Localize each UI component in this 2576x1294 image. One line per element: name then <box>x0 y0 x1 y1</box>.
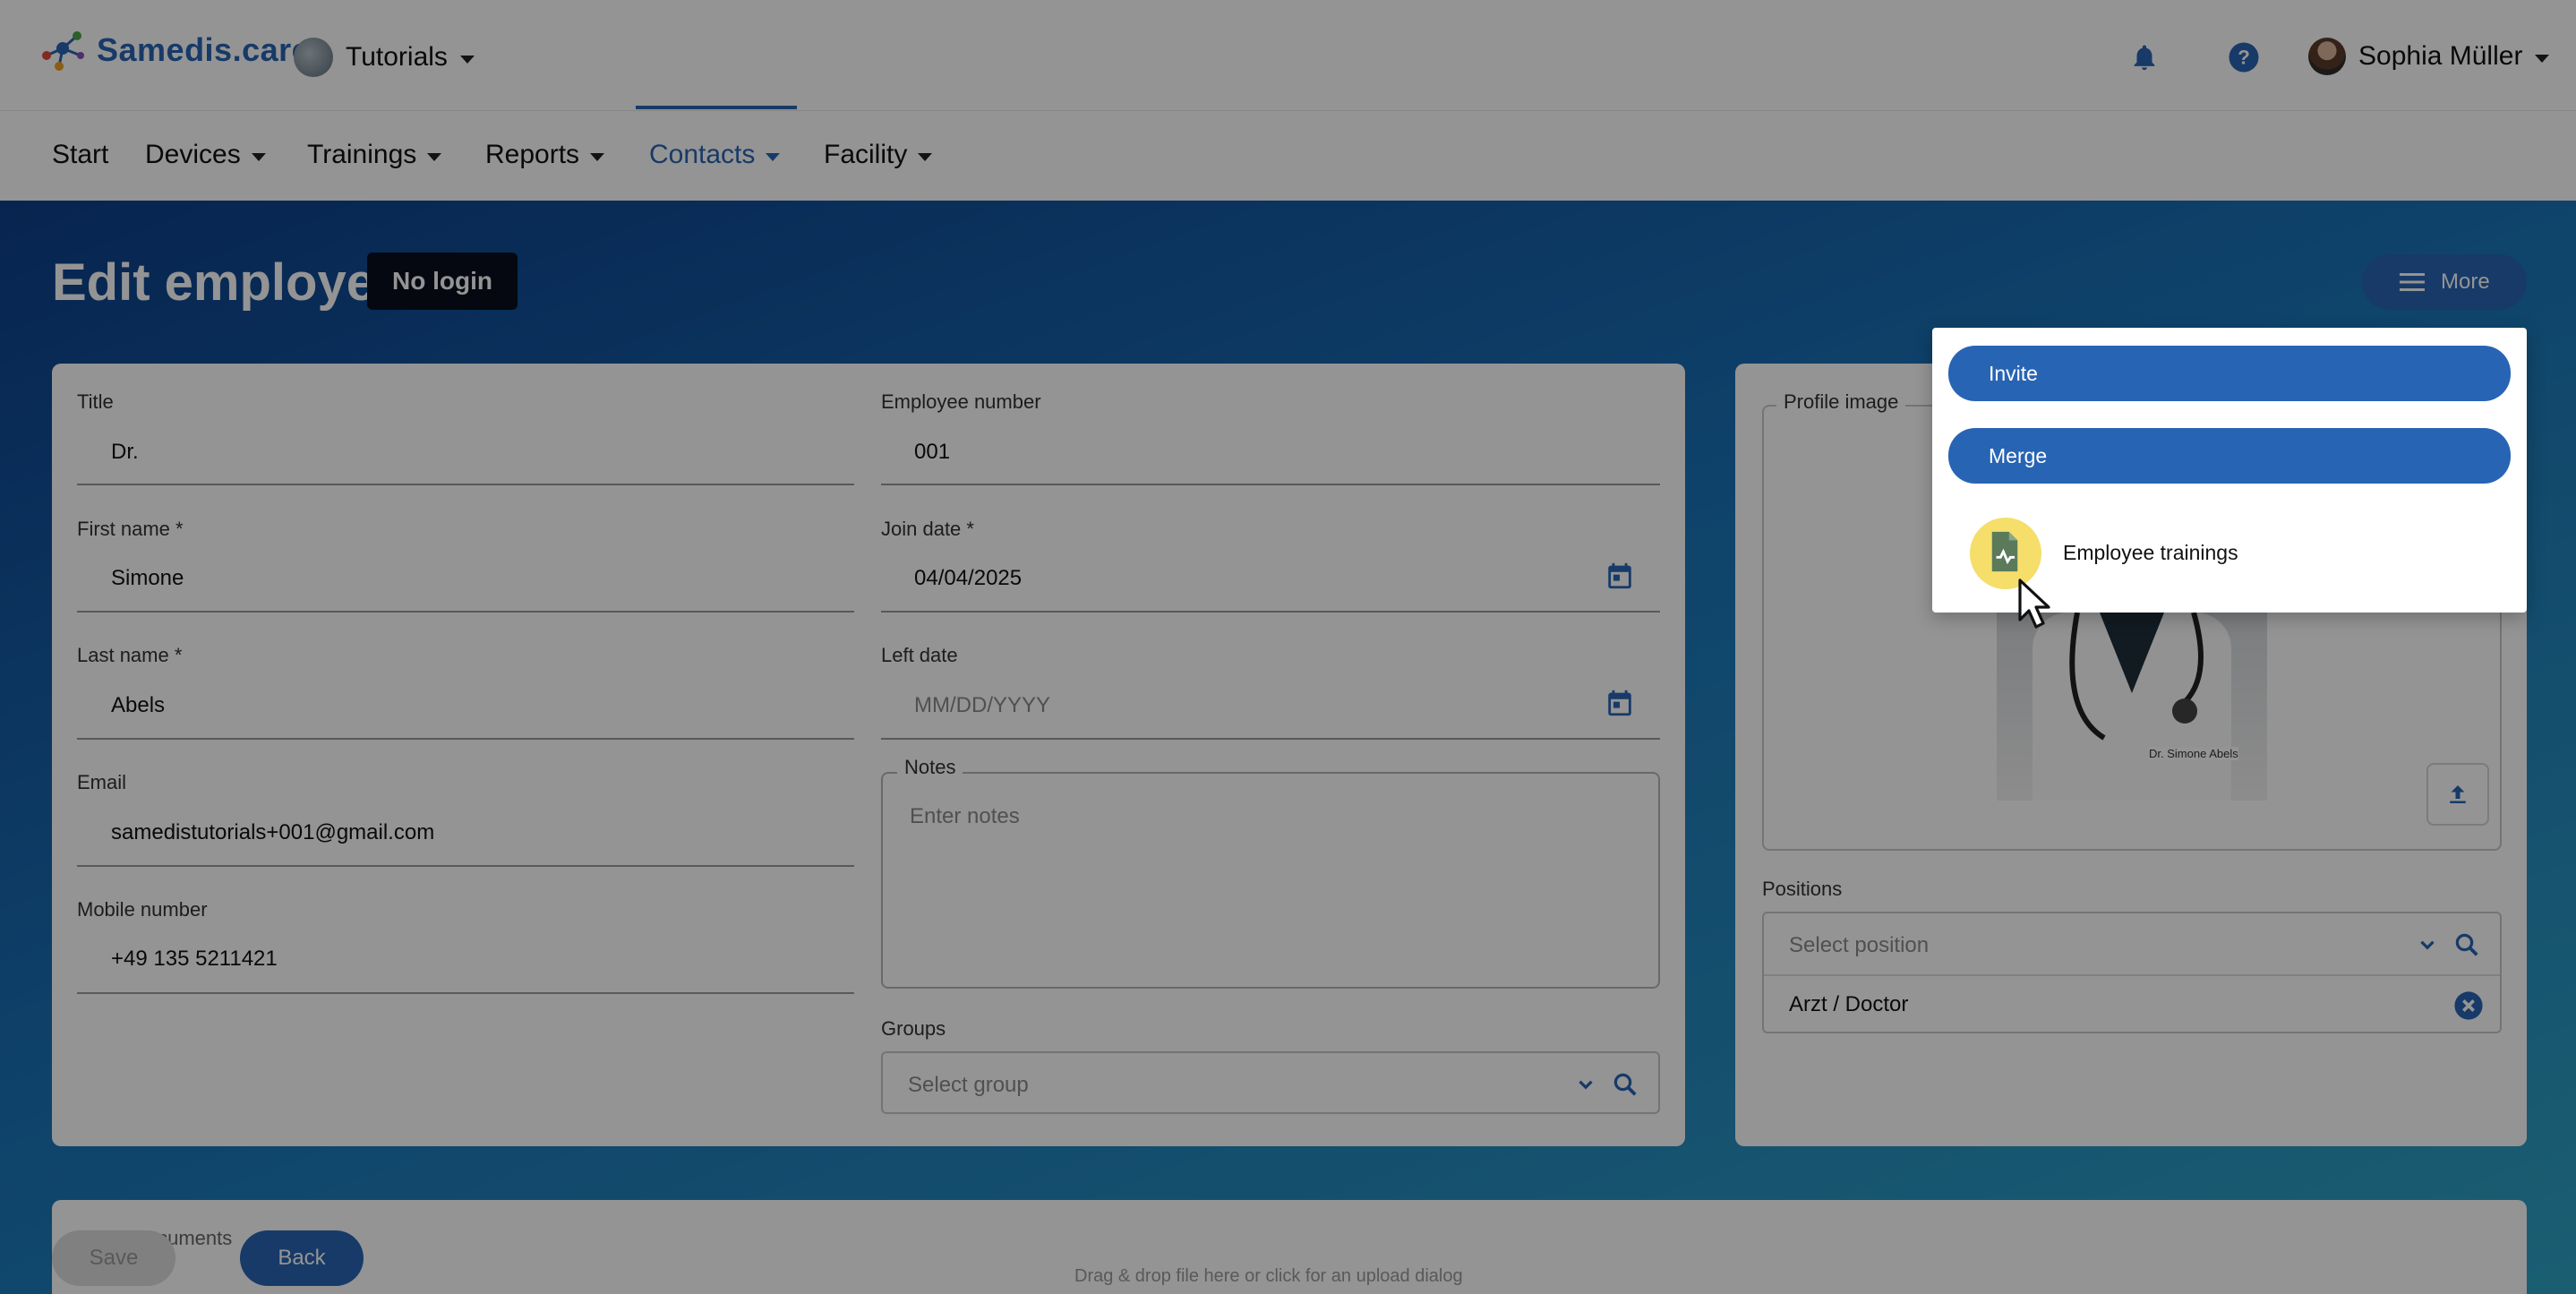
nav-active-indicator <box>636 106 797 109</box>
employee-form-card: Title Dr. First name * Simone Last name … <box>52 364 1685 1146</box>
first-name-label: First name * <box>77 518 184 540</box>
nav-start[interactable]: Start <box>52 140 108 170</box>
upload-icon <box>2450 785 2466 803</box>
upload-button[interactable] <box>2426 763 2489 826</box>
coat-name-tag: Dr. Simone Abels <box>2149 747 2238 760</box>
left-date-label: Left date <box>881 644 958 666</box>
search-icon[interactable] <box>2453 931 2480 958</box>
join-date-field[interactable]: 04/04/2025 <box>914 566 1022 591</box>
nav-reports[interactable]: Reports <box>485 140 605 170</box>
user-menu[interactable]: Sophia Müller <box>2308 38 2550 75</box>
notes-label: Notes <box>897 756 963 779</box>
documents-card: Documents Drag & drop file here or click… <box>52 1200 2527 1294</box>
menu-icon <box>2400 273 2425 291</box>
chevron-down-icon <box>766 152 781 161</box>
email-field[interactable]: samedistutorials+001@gmail.com <box>111 820 434 845</box>
training-document-icon[interactable] <box>1988 530 2022 573</box>
more-dropdown-menu: Invite Merge Employee trainings <box>1932 328 2527 629</box>
positions-select[interactable]: Select position Arzt / Doctor <box>1762 912 2502 1033</box>
save-button[interactable]: Save <box>52 1230 175 1286</box>
email-label: Email <box>77 771 127 793</box>
help-icon[interactable]: ? <box>2228 41 2260 73</box>
first-name-field[interactable]: Simone <box>111 566 184 591</box>
merge-menu-item[interactable]: Merge <box>1948 428 2511 484</box>
chevron-down-icon <box>918 152 933 161</box>
svg-text:?: ? <box>2238 47 2250 69</box>
first-name-underline <box>77 611 854 613</box>
nav-label: Trainings <box>307 140 417 169</box>
calendar-icon[interactable] <box>1605 688 1635 723</box>
login-status-badge: No login <box>367 253 518 310</box>
page-title: Edit employee <box>52 253 405 312</box>
main-nav: Start Devices Trainings Reports Contacts… <box>0 106 2576 201</box>
join-date-underline <box>881 611 1660 613</box>
nav-label: Contacts <box>649 140 756 169</box>
last-name-field[interactable]: Abels <box>111 693 165 718</box>
globe-icon <box>294 38 333 77</box>
positions-label: Positions <box>1762 878 1843 900</box>
nav-contacts[interactable]: Contacts <box>649 140 781 170</box>
search-icon[interactable] <box>1612 1071 1639 1098</box>
title-underline <box>77 484 854 485</box>
molecule-logo-icon <box>42 31 84 71</box>
invite-menu-item[interactable]: Invite <box>1948 346 2511 401</box>
brand-logo[interactable]: Samedis.care <box>38 29 310 72</box>
chevron-down-icon[interactable] <box>2416 933 2439 956</box>
chevron-down-icon <box>459 55 475 64</box>
profile-image-label: Profile image <box>1776 390 1906 414</box>
nav-label: Facility <box>824 140 908 169</box>
positions-divider <box>1764 974 2500 976</box>
nav-label: Devices <box>145 140 241 169</box>
groups-placeholder: Select group <box>908 1073 1029 1097</box>
nav-trainings[interactable]: Trainings <box>307 140 442 170</box>
left-date-field[interactable]: MM/DD/YYYY <box>914 693 1050 718</box>
join-date-label: Join date * <box>881 518 974 540</box>
remove-position-icon[interactable] <box>2453 990 2484 1021</box>
chevron-down-icon <box>2535 54 2550 63</box>
last-name-label: Last name * <box>77 644 183 666</box>
tenant-name: Tutorials <box>346 42 448 72</box>
mobile-label: Mobile number <box>77 898 208 921</box>
more-label: More <box>2441 270 2490 294</box>
nav-devices[interactable]: Devices <box>145 140 266 170</box>
chevron-down-icon <box>590 152 605 161</box>
employee-number-underline <box>881 484 1660 485</box>
last-name-underline <box>77 738 854 740</box>
chevron-down-icon <box>251 152 266 161</box>
employee-number-label: Employee number <box>881 390 1041 413</box>
more-button[interactable]: More <box>2362 254 2527 310</box>
nav-label: Reports <box>485 140 580 169</box>
tenant-selector[interactable]: Tutorials <box>294 38 475 77</box>
nav-label: Start <box>52 140 109 169</box>
avatar <box>2308 38 2346 75</box>
top-bar: Samedis.care Tutorials ? Sophia Müller <box>0 0 2576 111</box>
documents-dropzone-hint[interactable]: Drag & drop file here or click for an up… <box>1074 1266 1463 1287</box>
user-name: Sophia Müller <box>2358 41 2523 71</box>
email-underline <box>77 865 854 867</box>
nav-facility[interactable]: Facility <box>824 140 933 170</box>
chevron-down-icon <box>427 152 442 161</box>
chevron-down-icon[interactable] <box>1574 1073 1597 1096</box>
back-button[interactable]: Back <box>240 1230 364 1286</box>
groups-label: Groups <box>881 1017 946 1040</box>
stethoscope-icon <box>2069 612 2204 741</box>
title-label: Title <box>77 390 114 413</box>
mouse-cursor-icon <box>2018 578 2050 629</box>
groups-select[interactable]: Select group <box>881 1051 1660 1114</box>
left-date-underline <box>881 738 1660 740</box>
title-field[interactable]: Dr. <box>111 440 139 465</box>
mobile-field[interactable]: +49 135 5211421 <box>111 947 278 972</box>
notes-placeholder: Enter notes <box>910 804 1020 828</box>
bell-icon[interactable] <box>2129 41 2160 73</box>
brand-name: Samedis.care <box>97 31 311 68</box>
notes-field[interactable]: Enter notes <box>881 772 1660 989</box>
positions-placeholder: Select position <box>1789 933 1930 957</box>
calendar-icon[interactable] <box>1605 561 1635 596</box>
position-chip: Arzt / Doctor <box>1789 992 1909 1016</box>
employee-number-field[interactable]: 001 <box>914 440 950 465</box>
employee-trainings-menu-item[interactable]: Employee trainings <box>2063 541 2238 565</box>
mobile-underline <box>77 992 854 994</box>
